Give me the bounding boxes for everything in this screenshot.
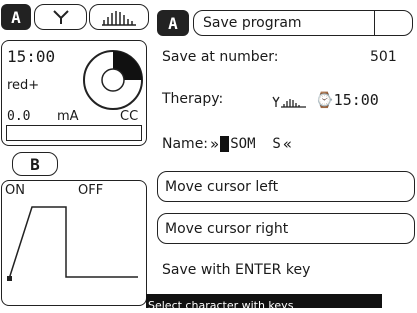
bar-graph-icon xyxy=(102,11,136,26)
name-value: SOM S xyxy=(230,136,281,152)
timer-pie-icon xyxy=(83,50,143,110)
enter-key-hint: Save with ENTER key xyxy=(162,262,311,278)
on-off-graph: ON OFF xyxy=(1,180,147,306)
name-close-marker: « xyxy=(282,135,292,153)
move-cursor-left-label: Move cursor left xyxy=(165,178,279,195)
therapy-label: Therapy: xyxy=(162,91,224,107)
waveform-icon xyxy=(52,10,69,24)
current-value: 0.0 xyxy=(7,109,31,124)
bars-tab[interactable] xyxy=(89,4,149,30)
program-name: red+ xyxy=(7,78,40,93)
status-bar: Select character with keys xyxy=(146,294,382,312)
channel-b-tab-label: B xyxy=(30,154,40,174)
timer-time: 15:00 xyxy=(7,47,56,66)
title-divider xyxy=(374,11,375,35)
name-label: Name: xyxy=(162,136,209,152)
title-bar: Save program xyxy=(193,10,413,36)
header-channel-badge: A xyxy=(157,10,189,36)
graph-curve xyxy=(7,206,138,281)
move-cursor-left-button[interactable]: Move cursor left xyxy=(157,171,415,202)
current-unit: mA xyxy=(57,109,79,124)
name-row[interactable]: Name: » SOM S « xyxy=(162,134,292,154)
left-tab-bar: A xyxy=(1,3,149,37)
name-cursor xyxy=(220,136,230,152)
intensity-bar xyxy=(6,125,142,141)
move-cursor-right-button[interactable]: Move cursor right xyxy=(157,213,415,244)
move-cursor-right-label: Move cursor right xyxy=(165,220,289,237)
save-at-label: Save at number: xyxy=(162,49,279,65)
channel-status-box: 15:00 red+ 0.0 mA CC xyxy=(1,40,147,146)
therapy-waveform-icon xyxy=(272,96,306,108)
channel-a-tab-label: A xyxy=(11,7,21,27)
header-channel-badge-label: A xyxy=(168,13,178,33)
waveform-tab[interactable] xyxy=(34,4,87,30)
mode-label: CC xyxy=(120,109,139,124)
save-at-value: 501 xyxy=(370,49,397,65)
therapy-time: ⌚15:00 xyxy=(315,91,379,109)
page-title: Save program xyxy=(203,15,302,31)
name-open-marker: » xyxy=(210,135,220,153)
channel-a-tab[interactable]: A xyxy=(1,4,31,30)
channel-b-tab[interactable]: B xyxy=(12,152,58,176)
status-bar-text: Select character with keys xyxy=(148,299,294,312)
